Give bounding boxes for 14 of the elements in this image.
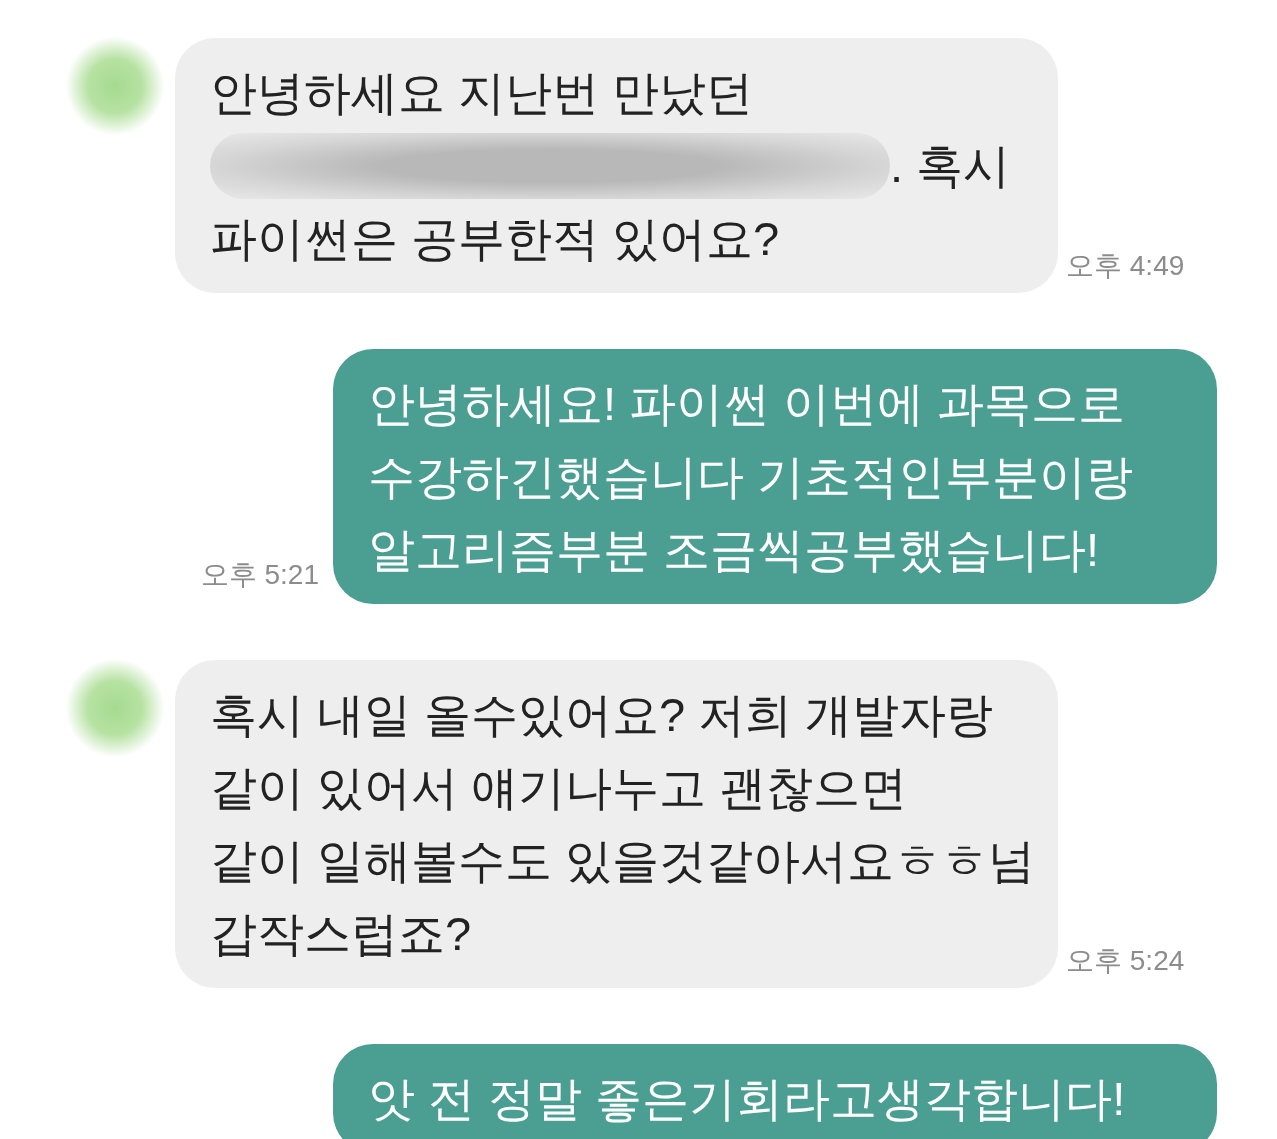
message-line: 파이썬은 공부한적 있어요? (210, 211, 780, 267)
message-line: 앗 전 정말 좋은기회라고생각합니다! (368, 1071, 1126, 1127)
message-line: 안녕하세요! 파이썬 이번에 과목으로 (368, 376, 1126, 432)
message-time: 오후 5:24 (1066, 944, 1185, 978)
message-line: . 혹시 (890, 138, 1011, 194)
message-line: 혹시 내일 올수있어요? 저희 개발자랑 (210, 687, 994, 743)
message-line: 수강하긴했습니다 기초적인부분이랑 (368, 449, 1134, 505)
message-line: 갑작스럽죠? (210, 906, 472, 962)
message-line: 같이 있어서 얘기나누고 괜찮으면 (210, 760, 908, 816)
message-line: 안녕하세요 지난번 만났던 (210, 65, 754, 121)
message-line: 같이 일해볼수도 있을것같아서요ㅎㅎ넘 (210, 833, 1036, 889)
message-time: 오후 5:21 (200, 558, 319, 592)
message-time: 오후 4:49 (1066, 249, 1185, 283)
message-line: 알고리즘부분 조금씩공부했습니다! (368, 522, 1100, 578)
